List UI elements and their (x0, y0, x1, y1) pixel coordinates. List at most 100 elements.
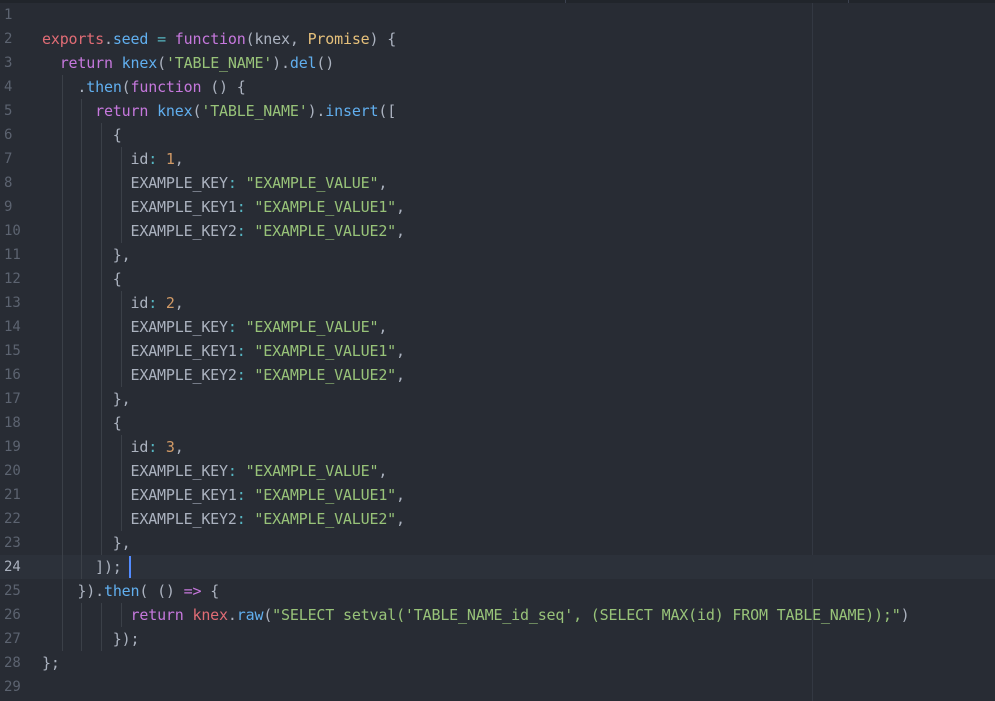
code-line[interactable]: 18 { (0, 411, 995, 435)
code-text[interactable]: .then(function () { (42, 75, 245, 99)
code-line[interactable]: 28}; (0, 651, 995, 675)
code-line[interactable]: 29 (0, 675, 995, 699)
code-line[interactable]: 15 EXAMPLE_KEY1: "EXAMPLE_VALUE1", (0, 339, 995, 363)
code-text[interactable]: EXAMPLE_KEY: "EXAMPLE_VALUE", (42, 315, 388, 339)
code-token: return (95, 102, 149, 120)
line-number: 15 (4, 343, 21, 359)
code-token: seed (112, 30, 149, 48)
code-text[interactable]: }, (42, 387, 131, 411)
code-line[interactable]: 17 }, (0, 387, 995, 411)
code-line[interactable]: 9 EXAMPLE_KEY1: "EXAMPLE_VALUE1", (0, 195, 995, 219)
code-line[interactable]: 8 EXAMPLE_KEY: "EXAMPLE_VALUE", (0, 171, 995, 195)
code-line[interactable]: 25 }).then( () => { (0, 579, 995, 603)
code-line[interactable]: 5 return knex('TABLE_NAME').insert([ (0, 99, 995, 123)
code-line[interactable]: 1 (0, 3, 995, 27)
code-text[interactable]: EXAMPLE_KEY2: "EXAMPLE_VALUE2", (42, 363, 406, 387)
indent-guide (81, 123, 82, 147)
code-token: EXAMPLE_KEY1 (42, 198, 237, 216)
line-number: 14 (4, 319, 21, 335)
code-text[interactable]: EXAMPLE_KEY2: "EXAMPLE_VALUE2", (42, 219, 406, 243)
code-text[interactable]: return knex('TABLE_NAME').insert([ (42, 99, 396, 123)
code-line[interactable]: 11 }, (0, 243, 995, 267)
code-token: : (236, 366, 255, 384)
code-token: Promise (307, 30, 370, 48)
indent-guide (81, 627, 82, 651)
code-text[interactable]: EXAMPLE_KEY: "EXAMPLE_VALUE", (42, 459, 388, 483)
code-token: , (378, 318, 388, 336)
indent-guide (62, 291, 63, 315)
code-token: 1 (165, 150, 175, 168)
code-line[interactable]: 19 id: 3, (0, 435, 995, 459)
indent-guide (81, 99, 82, 123)
code-line[interactable]: 3 return knex('TABLE_NAME').del() (0, 51, 995, 75)
code-text[interactable]: EXAMPLE_KEY2: "EXAMPLE_VALUE2", (42, 507, 406, 531)
code-editor[interactable]: 1 2 exports.seed = function(knex, Promise)… (0, 0, 995, 701)
code-line[interactable]: 4 .then(function () { (0, 75, 995, 99)
indent-guide (101, 291, 102, 315)
code-text[interactable]: return knex.raw("SELECT setval('TABLE_NA… (42, 603, 910, 627)
code-text[interactable]: EXAMPLE_KEY1: "EXAMPLE_VALUE1", (42, 195, 406, 219)
code-line[interactable]: 16 EXAMPLE_KEY2: "EXAMPLE_VALUE2", (0, 363, 995, 387)
code-line[interactable]: 2 exports.seed = function(knex, Promise) … (0, 27, 995, 51)
code-text[interactable]: EXAMPLE_KEY: "EXAMPLE_VALUE", (42, 171, 388, 195)
line-number: 27 (4, 631, 21, 647)
indent-guide (121, 219, 122, 243)
code-text[interactable]: EXAMPLE_KEY1: "EXAMPLE_VALUE1", (42, 339, 406, 363)
line-number: 1 (4, 7, 13, 23)
line-number: 6 (4, 127, 13, 143)
code-text[interactable]: id: 3, (42, 435, 184, 459)
line-number: 9 (4, 199, 13, 215)
code-line[interactable]: 23 }, (0, 531, 995, 555)
line-number: 22 (4, 511, 21, 527)
line-number: 17 (4, 391, 21, 407)
line-number: 4 (4, 79, 13, 95)
code-token: = (148, 30, 175, 48)
code-token: ( () (139, 582, 184, 600)
indent-guide (81, 171, 82, 195)
indent-guide (101, 387, 102, 411)
indent-guide (121, 291, 122, 315)
code-line[interactable]: 14 EXAMPLE_KEY: "EXAMPLE_VALUE", (0, 315, 995, 339)
code-line[interactable]: 22 EXAMPLE_KEY2: "EXAMPLE_VALUE2", (0, 507, 995, 531)
code-line[interactable]: 10 EXAMPLE_KEY2: "EXAMPLE_VALUE2", (0, 219, 995, 243)
code-text[interactable]: id: 1, (42, 147, 184, 171)
code-text[interactable]: }).then( () => { (42, 579, 219, 603)
code-line[interactable]: 13 id: 2, (0, 291, 995, 315)
code-text[interactable]: exports.seed = function(knex, Promise) { (42, 27, 396, 51)
code-line[interactable]: 24 ]); (0, 555, 995, 579)
code-text[interactable]: }); (42, 627, 140, 651)
indent-guide (81, 339, 82, 363)
indent-guide (121, 147, 122, 171)
line-number: 20 (4, 463, 21, 479)
code-line[interactable]: 7 id: 1, (0, 147, 995, 171)
code-line[interactable]: 27 }); (0, 627, 995, 651)
code-token: id (42, 438, 149, 456)
code-text[interactable]: id: 2, (42, 291, 184, 315)
code-text[interactable]: }, (42, 243, 131, 267)
indent-guide (81, 363, 82, 387)
indent-guide (121, 435, 122, 459)
code-token: EXAMPLE_KEY1 (42, 342, 237, 360)
code-line[interactable]: 12 { (0, 267, 995, 291)
code-token: 'TABLE_NAME' (165, 54, 273, 72)
line-number: 10 (4, 223, 21, 239)
code-token: , (174, 438, 184, 456)
code-token: then (86, 78, 122, 96)
code-token: return (59, 54, 113, 72)
code-token: ( (157, 54, 166, 72)
code-text[interactable]: }; (42, 651, 60, 675)
code-text[interactable]: EXAMPLE_KEY1: "EXAMPLE_VALUE1", (42, 483, 406, 507)
indent-guide (81, 315, 82, 339)
code-line[interactable]: 21 EXAMPLE_KEY1: "EXAMPLE_VALUE1", (0, 483, 995, 507)
code-line[interactable]: 20 EXAMPLE_KEY: "EXAMPLE_VALUE", (0, 459, 995, 483)
indent-guide (62, 603, 63, 627)
code-line[interactable]: 6 { (0, 123, 995, 147)
code-text[interactable]: }, (42, 531, 131, 555)
code-token: , (378, 174, 388, 192)
code-token: EXAMPLE_KEY1 (42, 486, 237, 504)
code-text[interactable]: return knex('TABLE_NAME').del() (42, 51, 335, 75)
indent-guide (101, 315, 102, 339)
code-token: EXAMPLE_KEY2 (42, 222, 237, 240)
code-line[interactable]: 26 return knex.raw("SELECT setval('TABLE… (0, 603, 995, 627)
